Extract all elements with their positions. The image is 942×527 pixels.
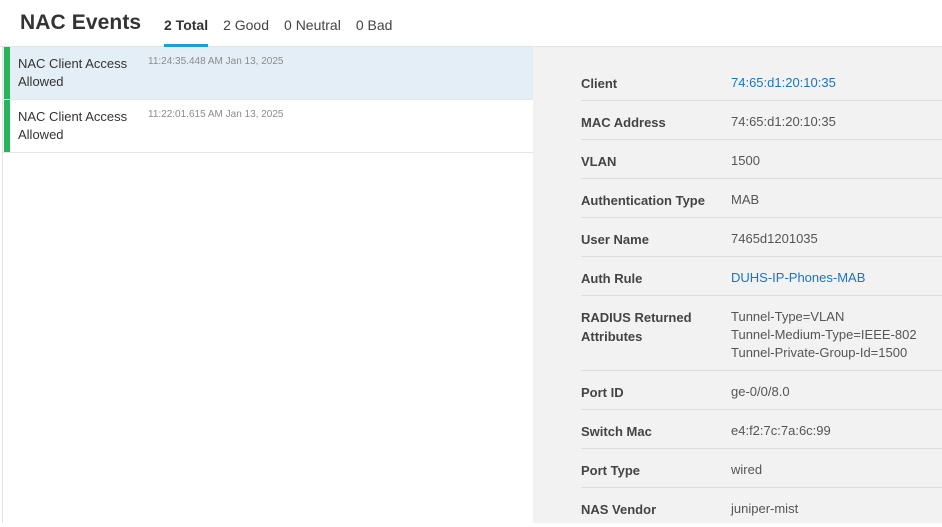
detail-label: Client (581, 76, 618, 91)
event-details-panel: Client 74:65:d1:20:10:35 MAC Address 74:… (533, 47, 942, 523)
detail-label: Port ID (581, 385, 624, 400)
detail-row-user-name: User Name 7465d1201035 (581, 218, 942, 257)
detail-label: Authentication Type (581, 193, 705, 208)
detail-row-auth-rule: Auth Rule DUHS-IP-Phones-MAB (581, 257, 942, 296)
detail-row-nas-vendor: NAS Vendor juniper-mist (581, 488, 942, 527)
detail-row-authentication-type: Authentication Type MAB (581, 179, 942, 218)
detail-value: e4:f2:7c:7a:6c:99 (731, 423, 831, 438)
detail-row-switch-mac: Switch Mac e4:f2:7c:7a:6c:99 (581, 410, 942, 449)
detail-value: MAB (731, 192, 760, 207)
detail-label: MAC Address (581, 115, 666, 130)
detail-label: NAS Vendor (581, 502, 657, 517)
detail-row-port-type: Port Type wired (581, 449, 942, 488)
event-timestamp: 11:24:35.448 AM Jan 13, 2025 (148, 56, 284, 67)
event-title: NAC Client Access Allowed (18, 109, 128, 142)
detail-value: ge-0/0/8.0 (731, 384, 790, 399)
event-list-item[interactable]: NAC Client Access Allowed 11:22:01.615 A… (3, 100, 534, 153)
detail-value: 1500 (731, 153, 760, 168)
event-timestamp: 11:22:01.615 AM Jan 13, 2025 (148, 109, 284, 120)
detail-row-mac-address: MAC Address 74:65:d1:20:10:35 (581, 101, 942, 140)
page-header: NAC Events 2 Total 2 Good 0 Neutral 0 Ba… (0, 0, 942, 47)
tab-good[interactable]: 2 Good (223, 16, 269, 47)
detail-label: Switch Mac (581, 424, 652, 439)
detail-label: User Name (581, 232, 649, 247)
detail-value: Tunnel-Type=VLAN Tunnel-Medium-Type=IEEE… (731, 309, 917, 360)
event-filter-tabs: 2 Total 2 Good 0 Neutral 0 Bad (164, 16, 407, 47)
page-title: NAC Events (20, 11, 142, 34)
status-indicator-good (4, 100, 10, 152)
tab-neutral[interactable]: 0 Neutral (284, 16, 341, 47)
event-list: NAC Client Access Allowed 11:24:35.448 A… (2, 47, 534, 523)
detail-row-vlan: VLAN 1500 (581, 140, 942, 179)
event-title: NAC Client Access Allowed (18, 56, 128, 89)
detail-label: Port Type (581, 463, 640, 478)
detail-value: juniper-mist (731, 501, 799, 516)
detail-label: RADIUS Returned Attributes (581, 310, 692, 344)
detail-row-radius-attributes: RADIUS Returned Attributes Tunnel-Type=V… (581, 296, 942, 371)
detail-row-port-id: Port ID ge-0/0/8.0 (581, 371, 942, 410)
detail-value: 7465d1201035 (731, 231, 818, 246)
detail-label: VLAN (581, 154, 617, 169)
detail-row-client: Client 74:65:d1:20:10:35 (581, 62, 942, 101)
detail-value: 74:65:d1:20:10:35 (731, 114, 836, 129)
event-list-item[interactable]: NAC Client Access Allowed 11:24:35.448 A… (3, 47, 534, 100)
tab-total[interactable]: 2 Total (164, 16, 209, 47)
auth-rule-link[interactable]: DUHS-IP-Phones-MAB (731, 269, 936, 287)
tab-bad[interactable]: 0 Bad (356, 16, 393, 47)
detail-value: wired (731, 462, 763, 477)
status-indicator-good (4, 47, 10, 99)
client-link[interactable]: 74:65:d1:20:10:35 (731, 74, 936, 92)
detail-label: Auth Rule (581, 271, 643, 286)
